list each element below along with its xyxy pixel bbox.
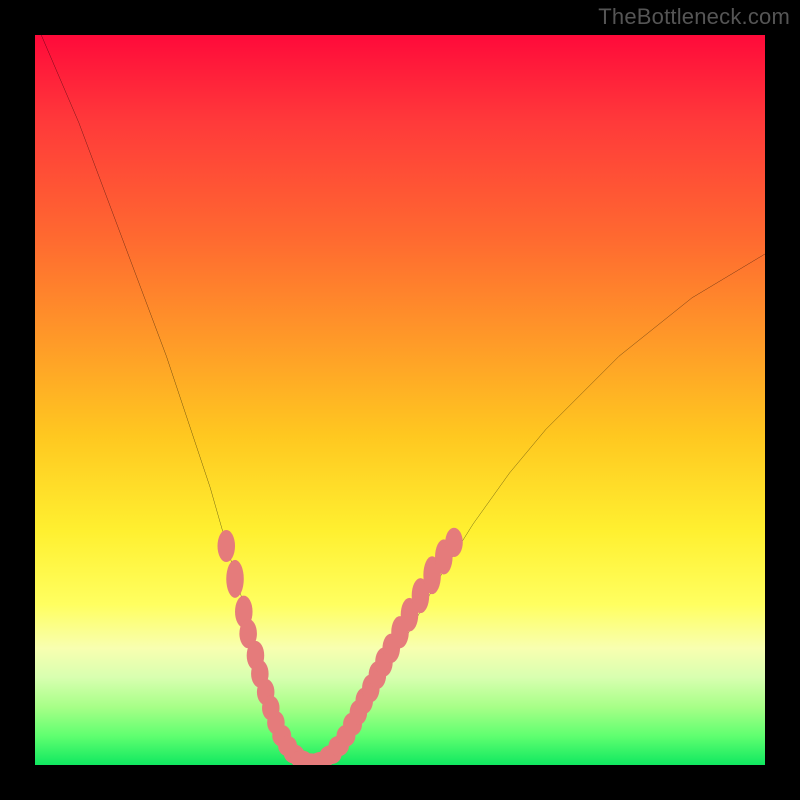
bottleneck-curve [35,35,765,761]
chart-stage: TheBottleneck.com [0,0,800,800]
curve-marker [445,528,463,557]
curve-svg [35,35,765,765]
curve-markers [218,528,463,765]
curve-marker [226,560,244,598]
watermark-text: TheBottleneck.com [598,4,790,30]
curve-marker [218,530,236,562]
plot-area [35,35,765,765]
